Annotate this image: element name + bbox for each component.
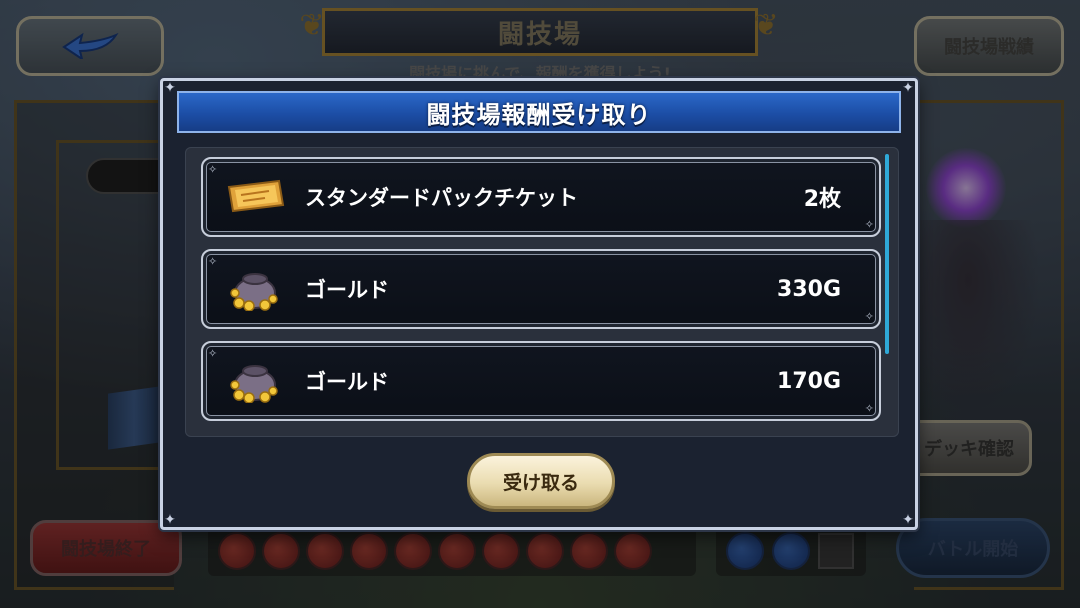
row-ornament-icon: ✧ (864, 218, 874, 231)
list-scrollbar[interactable] (885, 154, 889, 354)
row-ornament-icon: ✧ (208, 163, 218, 176)
reward-row: ✧ ✧ スタンダードパックチケット 2枚 (201, 157, 881, 237)
reward-quantity: 2枚 (803, 187, 841, 212)
ticket-icon (225, 175, 285, 219)
reward-list[interactable]: ✧ ✧ スタンダードパックチケット 2枚 ✧ ✧ ゴールド 330G ✧ ✧ ゴ… (185, 147, 899, 437)
row-ornament-icon: ✧ (864, 310, 874, 323)
row-ornament-icon: ✧ (208, 347, 218, 360)
gold-bag-icon (225, 359, 285, 404)
reward-name: ゴールド (305, 278, 389, 302)
dialog-header: 闘技場報酬受け取り (177, 91, 901, 133)
reward-dialog: ✦ ✦ ✦ ✦ 闘技場報酬受け取り ✧ ✧ スタンダードパックチケット 2枚 ✧… (160, 78, 918, 530)
dialog-title: 闘技場報酬受け取り (426, 100, 652, 129)
corner-ornament-icon: ✦ (902, 80, 914, 96)
corner-ornament-icon: ✦ (902, 512, 914, 528)
receive-button[interactable]: 受け取る (467, 453, 615, 509)
corner-ornament-icon: ✦ (164, 512, 176, 528)
reward-name: ゴールド (305, 370, 389, 394)
reward-row: ✧ ✧ ゴールド 330G (201, 249, 881, 329)
reward-name: スタンダードパックチケット (305, 186, 578, 210)
reward-row: ✧ ✧ ゴールド 170G (201, 341, 881, 421)
gold-bag-icon (225, 267, 285, 312)
reward-quantity: 330G (777, 276, 841, 302)
row-ornament-icon: ✧ (208, 255, 218, 268)
reward-quantity: 170G (777, 368, 841, 394)
row-ornament-icon: ✧ (864, 402, 874, 415)
